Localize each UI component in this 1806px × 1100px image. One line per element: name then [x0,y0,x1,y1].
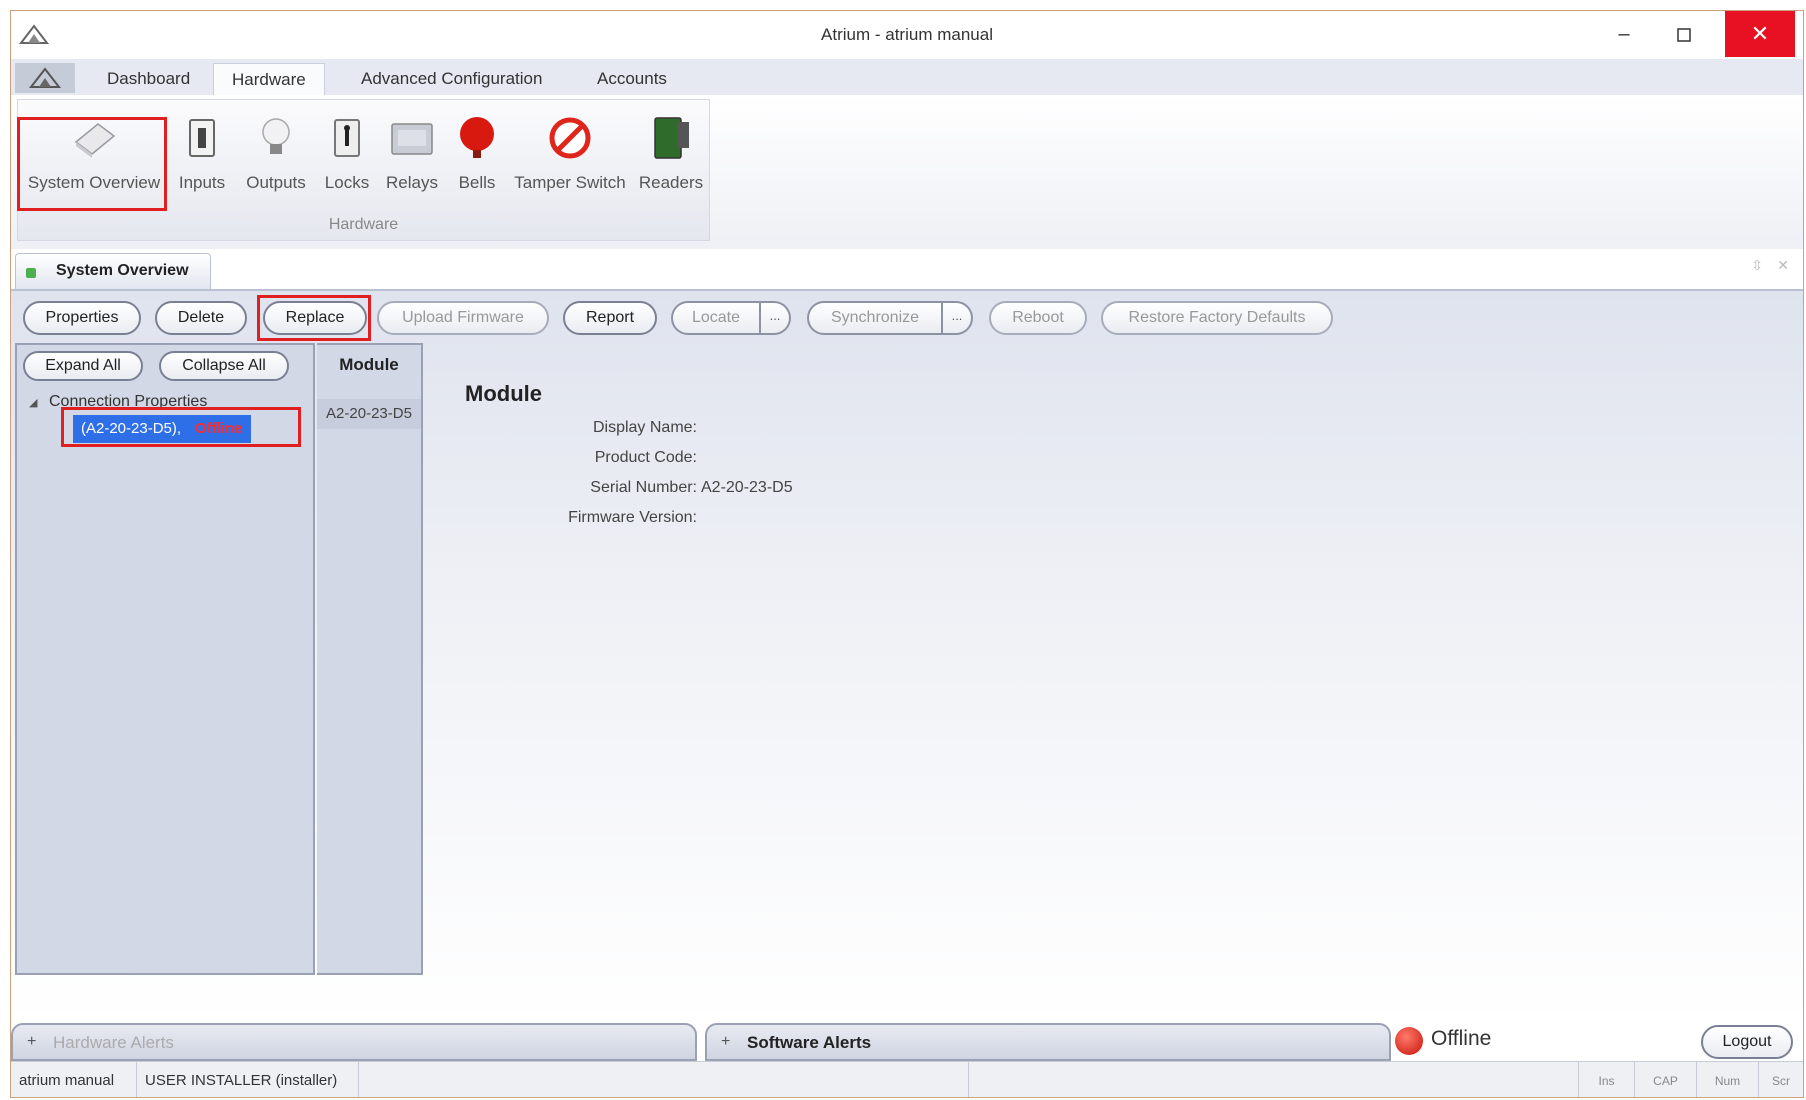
app-window: Atrium - atrium manual – ✕ Dashboard Har… [10,10,1804,1098]
offline-status-icon [1395,1027,1423,1055]
software-alerts-panel[interactable]: + Software Alerts [705,1023,1391,1061]
expand-plus-icon[interactable]: + [721,1033,730,1051]
status-bar: atrium manual USER INSTALLER (installer)… [11,1061,1803,1097]
properties-button[interactable]: Properties [23,301,141,335]
tamper-switch-button[interactable]: Tamper Switch [512,104,628,204]
ins-indicator: Ins [1579,1062,1635,1097]
synchronize-split-button: Synchronize ... [807,301,975,335]
status-spacer [359,1062,969,1097]
connection-status-label: Offline [1431,1027,1492,1050]
tree-panel: Expand All Collapse All ◢ Connection Prop… [15,343,315,975]
num-indicator: Num [1697,1062,1759,1097]
display-name-label: Display Name: [592,419,697,436]
readers-label: Readers [638,173,704,192]
hardware-alerts-panel[interactable]: + Hardware Alerts [11,1023,697,1061]
outputs-button[interactable]: Outputs [240,104,312,204]
ribbon-tabs: Dashboard Hardware Advanced Configuratio… [11,59,1803,96]
tab-close-icon[interactable]: ✕ [1777,257,1789,274]
expand-plus-icon[interactable]: + [27,1033,36,1051]
tab-hardware[interactable]: Hardware [213,63,325,96]
locate-button[interactable]: Locate [671,301,761,335]
application-menu-button[interactable] [15,63,75,93]
ribbon-group-label: Hardware [328,216,399,233]
inputs-button[interactable]: Inputs [172,104,232,204]
synchronize-button[interactable]: Synchronize [807,301,943,335]
inputs-label: Inputs [178,173,226,192]
hardware-alerts-label: Hardware Alerts [53,1033,174,1052]
locks-button[interactable]: Locks [320,104,374,204]
tab-dashboard[interactable]: Dashboard [89,63,208,94]
report-button[interactable]: Report [563,301,657,335]
restore-factory-defaults-button[interactable]: Restore Factory Defaults [1101,301,1333,335]
firmware-version-label: Firmware Version: [568,509,697,526]
locate-split-button: Locate ... [671,301,791,335]
bells-label: Bells [458,173,496,192]
list-item[interactable]: A2-20-23-D5 [317,399,421,429]
tab-accounts[interactable]: Accounts [579,63,685,94]
software-alerts-label: Software Alerts [747,1033,872,1052]
no-symbol-icon [549,117,591,159]
tab-status-icon [26,268,36,278]
maximize-button[interactable] [1655,11,1713,57]
relay-icon [391,123,433,155]
details-title: Module [465,381,542,406]
relays-label: Relays [386,173,438,192]
lock-icon [334,119,360,157]
close-button[interactable]: ✕ [1725,11,1795,57]
status-spacer [969,1062,1579,1097]
pin-icon[interactable]: ⇳ [1751,257,1763,274]
document-tab-strip: System Overview ⇳ ✕ [11,249,1803,291]
tab-system-overview[interactable]: System Overview [15,253,211,289]
scroll-indicator: Scr [1772,1074,1790,1088]
highlight-box [61,407,301,447]
serial-number-label: Serial Number: [590,479,697,496]
synchronize-dropdown[interactable]: ... [943,301,973,335]
status-site: atrium manual [11,1062,137,1097]
readers-button[interactable]: Readers [636,104,706,204]
serial-number-value: A2-20-23-D5 [701,479,793,496]
app-menu-icon [28,67,62,88]
outputs-label: Outputs [246,173,306,192]
main-panel: Properties Delete Replace Upload Firmwar… [11,291,1803,1023]
reboot-button[interactable]: Reboot [989,301,1087,335]
relays-button[interactable]: Relays [382,104,442,204]
caps-indicator: CAP [1635,1062,1697,1097]
light-bulb-icon [262,118,290,154]
status-user: USER INSTALLER (installer) [137,1062,359,1097]
switch-icon [189,119,215,157]
card-reader-icon [654,117,689,159]
bottom-bar: + Hardware Alerts + Software Alerts Offl… [11,1023,1803,1061]
locate-dropdown[interactable]: ... [761,301,791,335]
collapse-all-button[interactable]: Collapse All [159,351,289,381]
highlight-box [17,117,167,211]
maximize-icon [1677,27,1691,42]
ribbon: System Overview Inputs Outputs Locks Rel… [11,95,1803,250]
locks-label: Locks [324,173,370,192]
tab-advanced-configuration[interactable]: Advanced Configuration [343,63,560,94]
upload-firmware-button[interactable]: Upload Firmware [377,301,549,335]
window-title: Atrium - atrium manual [821,25,993,44]
delete-button[interactable]: Delete [155,301,247,335]
product-code-label: Product Code: [594,449,697,466]
expand-all-button[interactable]: Expand All [23,351,143,381]
title-bar: Atrium - atrium manual – ✕ [11,11,1803,59]
module-column-header: Module [339,355,399,374]
bells-button[interactable]: Bells [450,104,504,204]
logout-button[interactable]: Logout [1701,1025,1793,1059]
module-list: Module A2-20-23-D5 [317,343,423,975]
minimize-button[interactable]: – [1595,11,1653,57]
collapse-arrow-icon[interactable]: ◢ [29,396,49,409]
bell-icon [460,117,494,158]
tamper-switch-label: Tamper Switch [514,173,626,192]
doc-tab-label: System Overview [56,262,189,279]
highlight-box [257,295,371,341]
